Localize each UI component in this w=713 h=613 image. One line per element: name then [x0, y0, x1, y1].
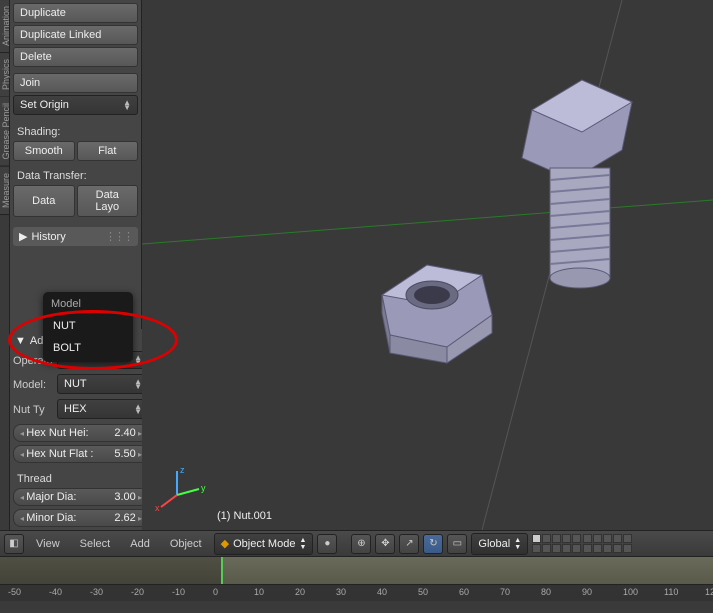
widget-translate-icon[interactable]: ↗	[399, 534, 419, 554]
dropdown-arrows-icon: ▲▼	[134, 404, 142, 414]
model-label: Model:	[13, 379, 53, 391]
shading-sphere-icon[interactable]: ●	[317, 534, 337, 554]
object-menu[interactable]: Object	[162, 534, 210, 554]
widget-rotate-icon[interactable]: ↻	[423, 534, 443, 554]
editor-type-icon[interactable]: ◧	[4, 534, 24, 554]
popup-item-nut[interactable]: NUT	[43, 315, 133, 337]
vtab-physics[interactable]: Physics	[0, 53, 9, 97]
orientation-selector[interactable]: Global ▲▼	[471, 533, 528, 555]
add-menu[interactable]: Add	[122, 534, 158, 554]
pivot-icon[interactable]: ⊕	[351, 534, 371, 554]
join-button[interactable]: Join	[13, 73, 138, 93]
timeline-tick: 120	[705, 587, 713, 597]
svg-text:z: z	[180, 465, 185, 475]
nut-type-label: Nut Ty	[13, 404, 53, 416]
minor-dia-label: Minor Dia:	[20, 512, 76, 524]
data-button[interactable]: Data	[13, 185, 75, 217]
hex-nut-height-label: Hex Nut Hei:	[20, 427, 89, 439]
svg-text:x: x	[155, 503, 160, 513]
mode-selector[interactable]: ◆ Object Mode ▲▼	[214, 533, 314, 555]
hex-nut-flat-label: Hex Nut Flat :	[20, 448, 94, 460]
timeline-tick: 100	[623, 587, 638, 597]
triangle-right-icon: ▶	[19, 230, 27, 243]
timeline-tick: 10	[254, 587, 264, 597]
nut-type-value: HEX	[64, 403, 87, 415]
timeline-tick: 40	[377, 587, 387, 597]
timeline-ruler[interactable]: -50 -40 -30 -20 -10 0 10 20 30 40 50 60 70 80 90 100 110…	[0, 585, 713, 601]
active-object-label: (1) Nut.001	[217, 510, 272, 522]
flat-button[interactable]: Flat	[77, 141, 139, 161]
viewport-3d[interactable]: z y x (1) Nut.001	[142, 0, 713, 530]
timeline: -50 -40 -30 -20 -10 0 10 20 30 40 50 60 70 80 90 100 110…	[0, 556, 713, 613]
timeline-tick: 0	[213, 587, 218, 597]
hex-nut-flat-field[interactable]: Hex Nut Flat : 5.50	[13, 445, 149, 463]
minor-dia-field[interactable]: Minor Dia: 2.62	[13, 509, 149, 527]
timeline-tick: 20	[295, 587, 305, 597]
timeline-tick: 70	[500, 587, 510, 597]
timeline-cursor[interactable]	[221, 557, 223, 584]
major-dia-value: 3.00	[114, 491, 142, 503]
timeline-tick: 50	[418, 587, 428, 597]
timeline-tick: -50	[8, 587, 21, 597]
timeline-tick: 30	[336, 587, 346, 597]
delete-button[interactable]: Delete	[13, 47, 138, 67]
history-label: History	[31, 231, 65, 243]
timeline-tick: 60	[459, 587, 469, 597]
cube-icon: ◆	[221, 537, 229, 550]
layer-selector[interactable]	[532, 534, 632, 553]
vtab-measure[interactable]: Measure	[0, 167, 9, 215]
data-transfer-label: Data Transfer:	[13, 167, 138, 185]
minor-dia-value: 2.62	[114, 512, 142, 524]
timeline-pre-range	[0, 557, 221, 584]
dropdown-arrows-icon: ▲▼	[514, 537, 521, 551]
hex-nut-flat-value: 5.50	[114, 448, 142, 460]
timeline-tick: 110	[664, 587, 678, 597]
timeline-tick: 90	[582, 587, 592, 597]
timeline-tick: -10	[172, 587, 185, 597]
tool-panel: Duplicate Duplicate Linked Delete Join S…	[10, 0, 142, 530]
dropdown-arrows-icon: ▲▼	[134, 355, 142, 365]
nut-type-dropdown[interactable]: HEX ▲▼	[57, 399, 149, 419]
duplicate-linked-button[interactable]: Duplicate Linked	[13, 25, 138, 45]
set-origin-label: Set Origin	[20, 99, 69, 111]
major-dia-field[interactable]: Major Dia: 3.00	[13, 488, 149, 506]
view-menu[interactable]: View	[28, 534, 68, 554]
model-popup: Model NUT BOLT	[43, 292, 133, 362]
timeline-tick: -40	[49, 587, 62, 597]
timeline-tick: -30	[90, 587, 103, 597]
smooth-button[interactable]: Smooth	[13, 141, 75, 161]
dropdown-arrows-icon: ▲▼	[134, 379, 142, 389]
svg-text:y: y	[201, 483, 206, 493]
hex-nut-height-value: 2.40	[114, 427, 142, 439]
dropdown-arrows-icon: ▲▼	[123, 100, 131, 110]
triangle-down-icon: ▼	[15, 335, 26, 347]
thread-label: Thread	[13, 470, 149, 488]
manipulator-icon[interactable]: ✥	[375, 534, 395, 554]
vtab-grease-pencil[interactable]: Grease Pencil	[0, 97, 9, 167]
duplicate-button[interactable]: Duplicate	[13, 3, 138, 23]
major-dia-label: Major Dia:	[20, 491, 76, 503]
orientation-label: Global	[478, 538, 510, 550]
mode-label: Object Mode	[233, 538, 295, 550]
viewport-header: ◧ View Select Add Object ◆ Object Mode ▲…	[0, 530, 713, 556]
widget-scale-icon[interactable]: ▭	[447, 534, 467, 554]
vtab-animation[interactable]: Animation	[0, 0, 9, 53]
select-menu[interactable]: Select	[72, 534, 119, 554]
shading-label: Shading:	[13, 123, 138, 141]
dropdown-arrows-icon: ▲▼	[299, 537, 306, 551]
model-value: NUT	[64, 378, 87, 390]
popup-item-bolt[interactable]: BOLT	[43, 337, 133, 359]
timeline-tick: -20	[131, 587, 144, 597]
model-dropdown[interactable]: NUT ▲▼	[57, 374, 149, 394]
timeline-track[interactable]	[0, 557, 713, 585]
popup-title: Model	[43, 295, 133, 315]
data-layout-button[interactable]: Data Layo	[77, 185, 139, 217]
vertical-tabs: Animation Physics Grease Pencil Measure	[0, 0, 10, 530]
grip-icon: ⋮⋮⋮	[105, 230, 132, 243]
hex-nut-height-field[interactable]: Hex Nut Hei: 2.40	[13, 424, 149, 442]
viewport-scene: z y x	[142, 0, 713, 530]
set-origin-dropdown[interactable]: Set Origin ▲▼	[13, 95, 138, 115]
history-header[interactable]: ▶ History ⋮⋮⋮	[13, 227, 138, 246]
timeline-tick: 80	[541, 587, 551, 597]
